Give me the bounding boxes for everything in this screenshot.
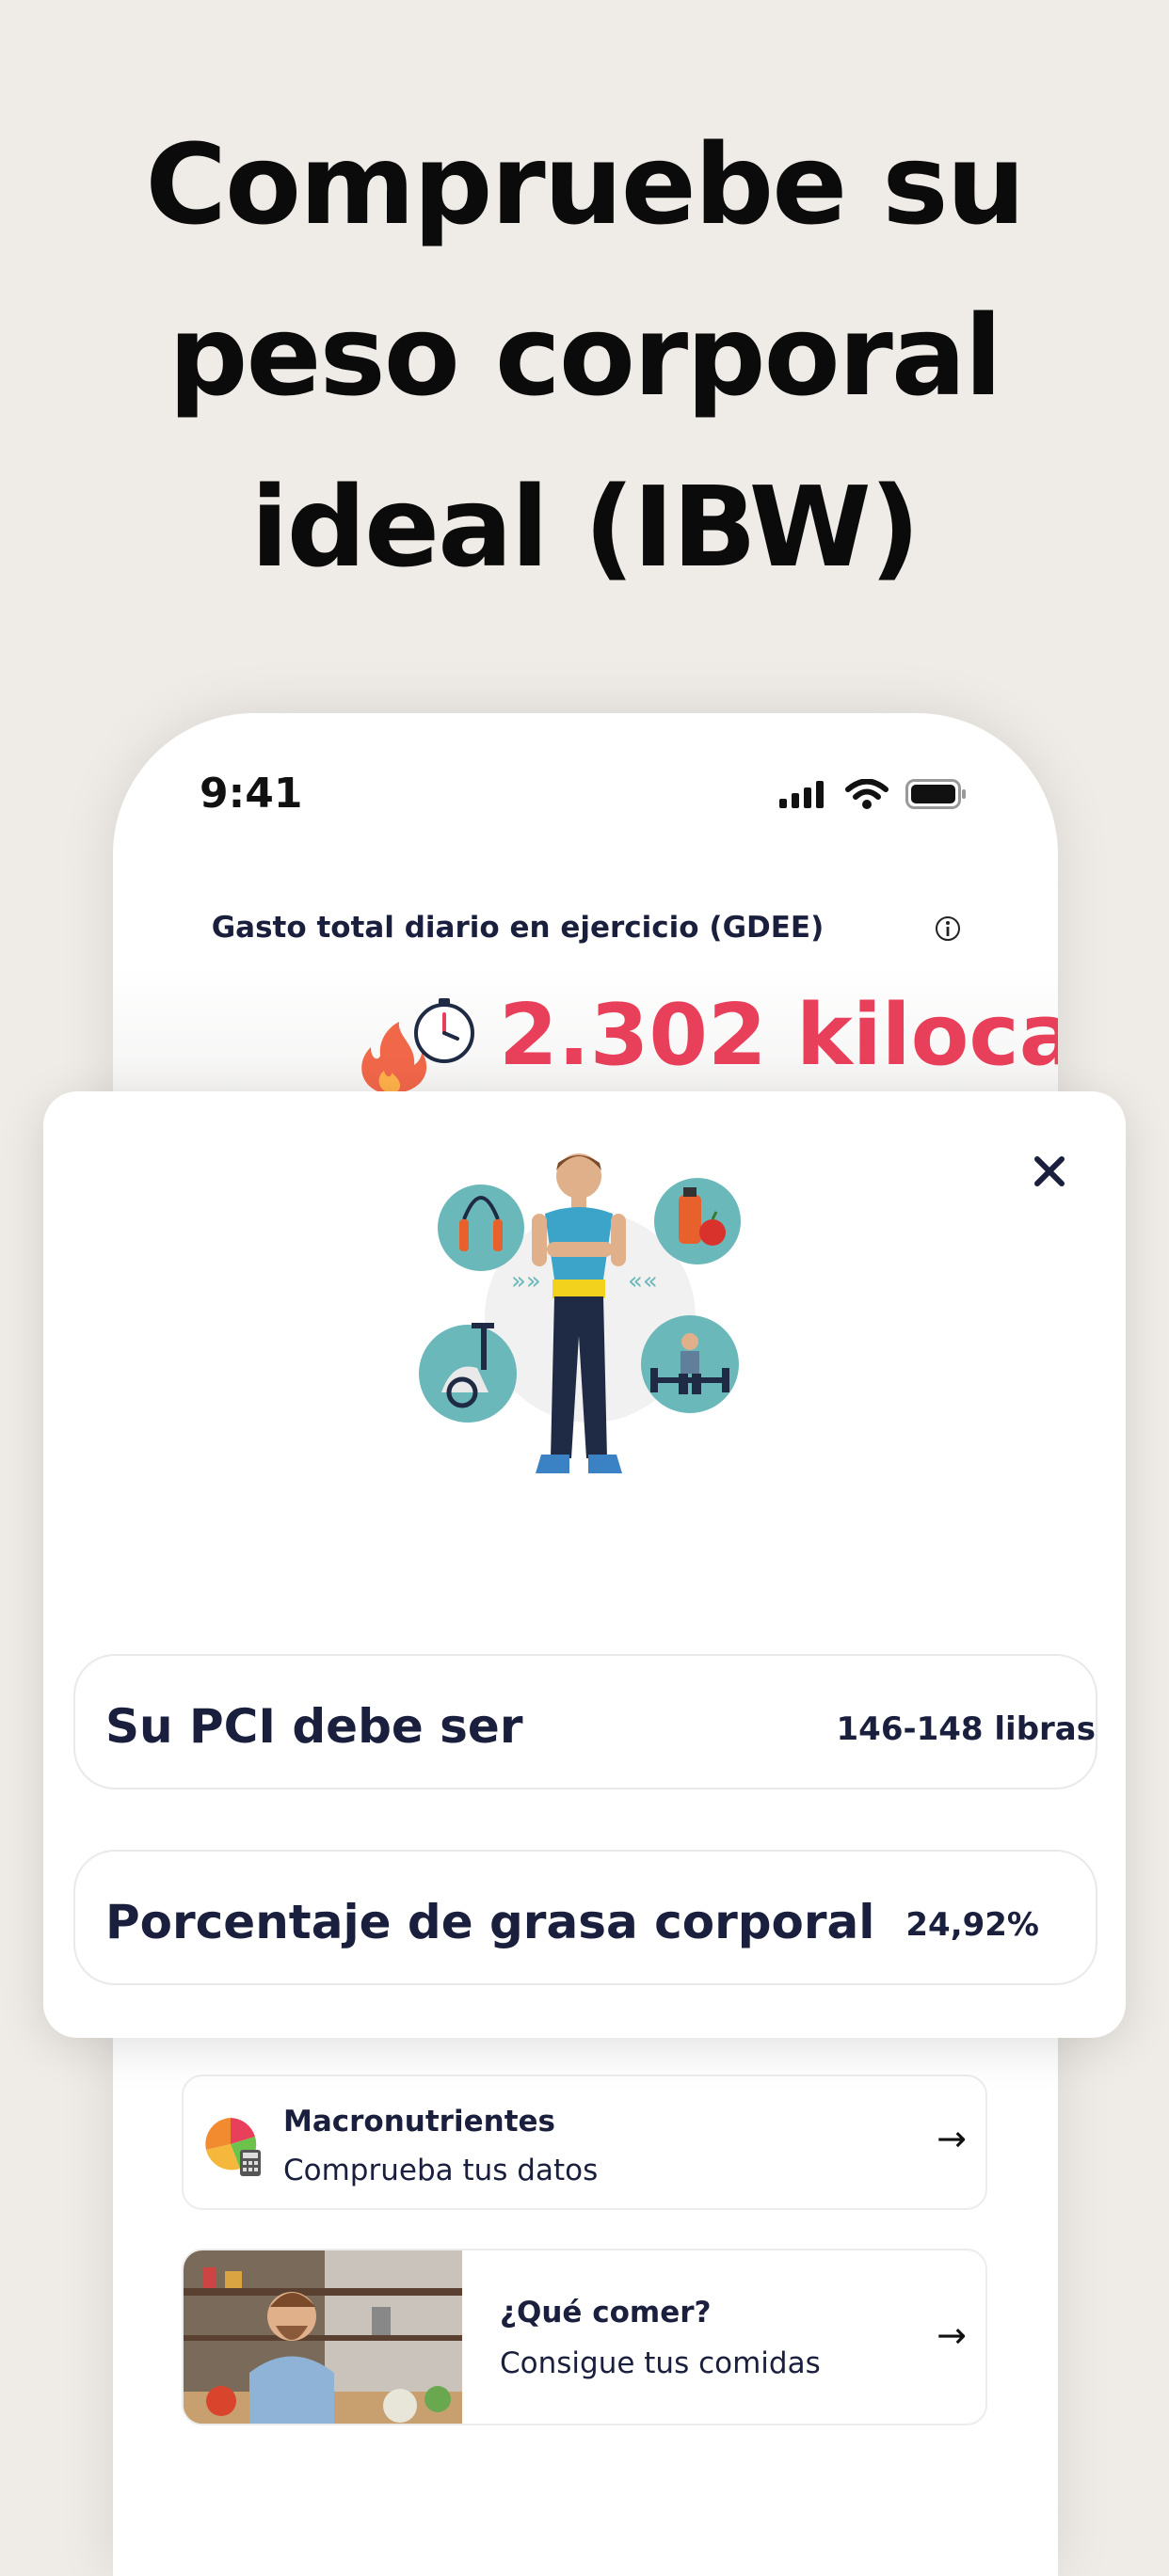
body-fat-label: Porcentaje de grasa corporal bbox=[105, 1895, 875, 1949]
kcal-icons bbox=[361, 998, 474, 1094]
headline-line-1: Compruebe su bbox=[145, 119, 1025, 249]
ibw-result-row: Su PCI debe ser 146-148 libras bbox=[73, 1654, 1097, 1789]
macronutrientes-card[interactable]: Macronutrientes Comprueba tus datos → bbox=[182, 2075, 987, 2210]
macronutrientes-title: Macronutrientes bbox=[283, 2105, 555, 2139]
body-fat-row: Porcentaje de grasa corporal 24,92% bbox=[73, 1850, 1097, 1985]
que-comer-title: ¿Qué comer? bbox=[500, 2296, 712, 2330]
ibw-label: Su PCI debe ser bbox=[105, 1699, 523, 1754]
macronutrients-icon bbox=[205, 2118, 261, 2176]
que-comer-subtitle: Consigue tus comidas bbox=[500, 2346, 821, 2380]
svg-text:»»: »» bbox=[511, 1267, 541, 1296]
info-icon[interactable] bbox=[934, 914, 962, 943]
arrow-right-icon[interactable]: → bbox=[937, 2314, 967, 2356]
ibw-result-modal: »» «« Su PCI debe ser 146-148 libras Por… bbox=[43, 1091, 1126, 2038]
status-time: 9:41 bbox=[200, 770, 303, 818]
kitchen-photo bbox=[184, 2250, 462, 2424]
headline-line-2: peso corporal bbox=[168, 291, 1002, 421]
headline-line-3: ideal (IBW) bbox=[250, 462, 921, 592]
gdee-title: Gasto total diario en ejercicio (GDEE) bbox=[211, 911, 825, 945]
close-icon[interactable] bbox=[1033, 1155, 1065, 1187]
que-comer-card[interactable]: ¿Qué comer? Consigue tus comidas → bbox=[182, 2249, 987, 2425]
battery-icon bbox=[905, 779, 966, 809]
arrow-right-icon[interactable]: → bbox=[937, 2118, 967, 2159]
fitness-illustration: »» «« bbox=[419, 1153, 741, 1473]
headline: Compruebe su peso corporal ideal (IBW) bbox=[0, 99, 1169, 612]
ibw-value: 146-148 libras bbox=[836, 1710, 1097, 1748]
close-button[interactable] bbox=[1026, 1148, 1073, 1195]
signal-icon bbox=[779, 781, 824, 808]
wifi-icon bbox=[845, 779, 889, 809]
svg-text:««: «« bbox=[628, 1267, 658, 1296]
body-fat-value: 24,92% bbox=[905, 1906, 1039, 1944]
status-icons bbox=[779, 779, 968, 809]
gdee-value: 2.302 kilocalo bbox=[499, 986, 1058, 1085]
macronutrientes-subtitle: Comprueba tus datos bbox=[283, 2154, 599, 2187]
